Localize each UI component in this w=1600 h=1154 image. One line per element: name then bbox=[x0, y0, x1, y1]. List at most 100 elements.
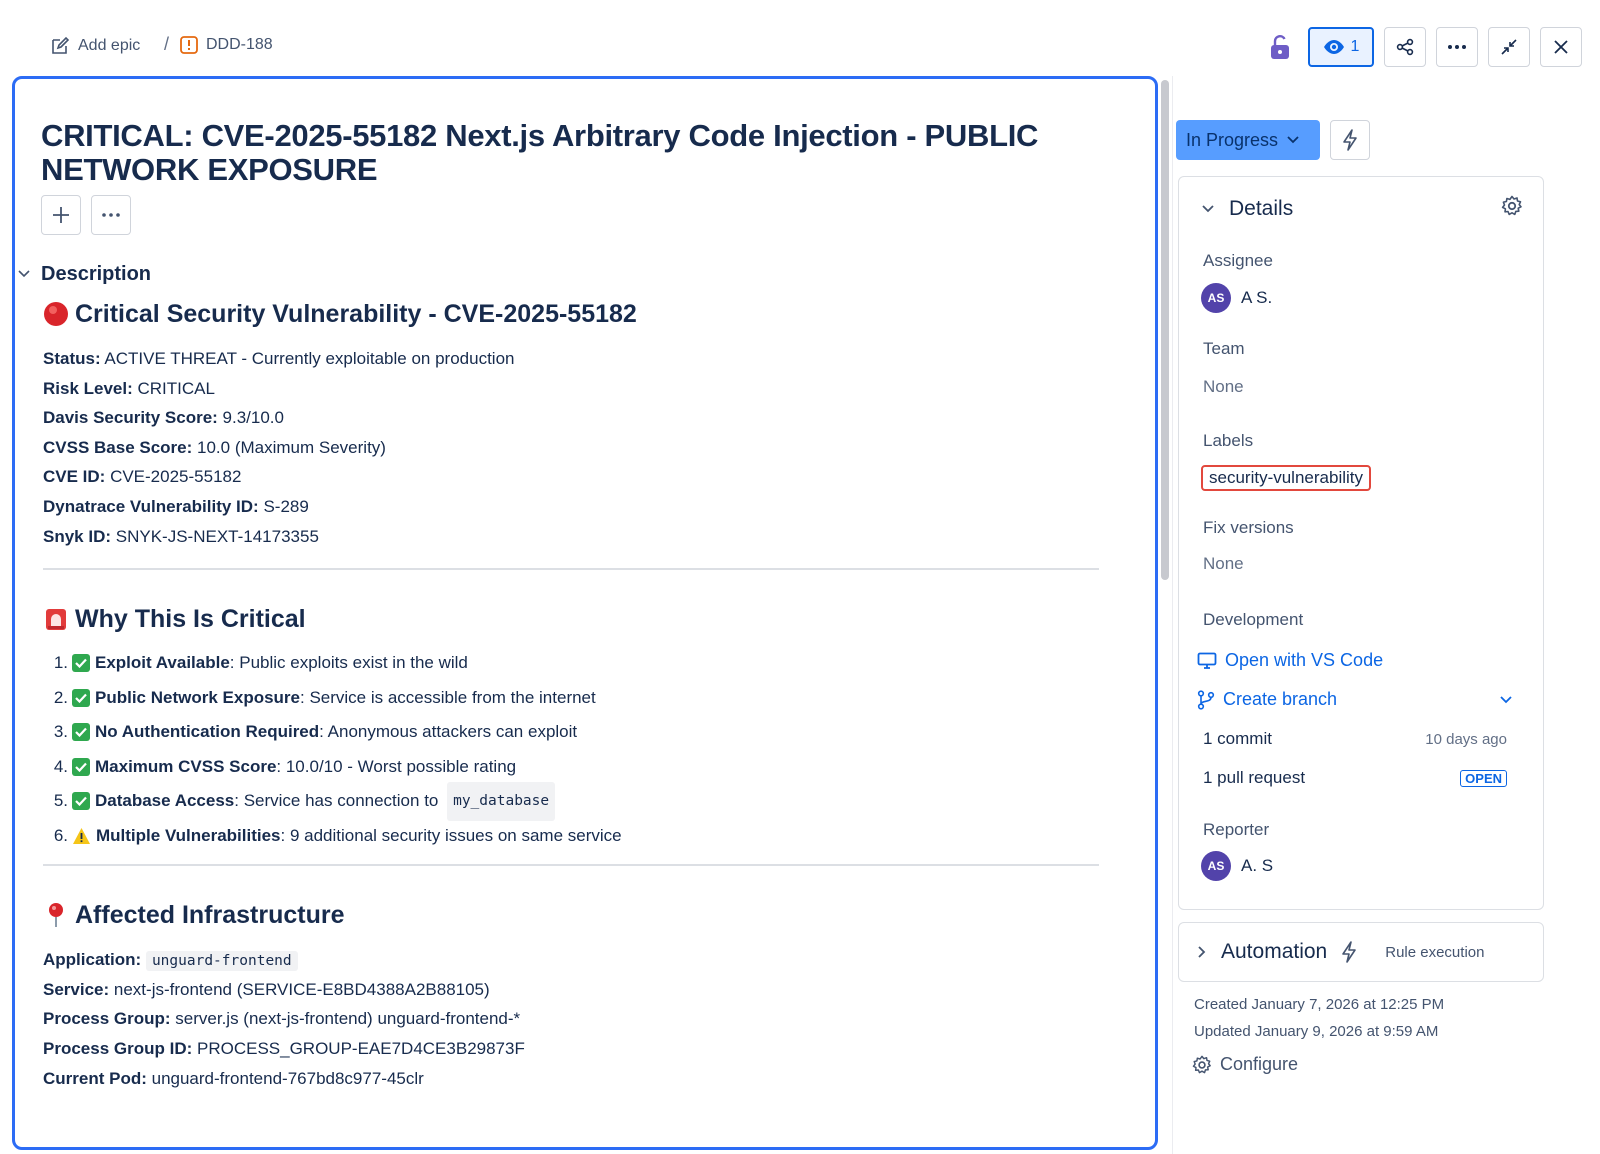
details-header[interactable]: Details bbox=[1201, 197, 1293, 221]
top-bar: Add epic / DDD-188 1 bbox=[0, 0, 1600, 76]
siren-icon bbox=[43, 606, 69, 632]
list-item-bold: Public Network Exposure bbox=[95, 687, 300, 707]
configure-button[interactable]: Configure bbox=[1192, 1054, 1298, 1075]
plus-icon bbox=[53, 207, 69, 223]
lightning-icon bbox=[1342, 941, 1357, 963]
gear-icon[interactable] bbox=[1501, 195, 1523, 217]
team-value[interactable]: None bbox=[1203, 377, 1244, 397]
pr-status-badge: OPEN bbox=[1460, 769, 1507, 787]
share-icon bbox=[1396, 38, 1414, 56]
open-vscode-label: Open with VS Code bbox=[1225, 650, 1384, 670]
eye-icon bbox=[1323, 40, 1344, 54]
apps-more-button[interactable] bbox=[91, 195, 131, 235]
pull-request-row[interactable]: 1 pull request OPEN bbox=[1203, 768, 1507, 788]
list-item-text: : Service has connection to bbox=[234, 791, 444, 811]
list-item-text: : 10.0/10 - Worst possible rating bbox=[276, 756, 517, 776]
reporter-field[interactable]: AS A. S bbox=[1201, 851, 1273, 881]
heading-infra: Affected Infrastructure bbox=[43, 898, 1133, 932]
check-mark-icon bbox=[72, 654, 90, 673]
monitor-icon bbox=[1197, 652, 1217, 669]
automation-panel[interactable]: Automation Rule execution bbox=[1178, 922, 1544, 982]
list-number: 4. bbox=[53, 756, 68, 776]
why-list: 1. Exploit Available: Public exploits exi… bbox=[43, 646, 1133, 853]
list-number: 2. bbox=[53, 687, 68, 707]
list-item-bold: No Authentication Required bbox=[95, 722, 320, 742]
more-icon bbox=[102, 213, 120, 217]
reporter-name: A. S bbox=[1241, 856, 1274, 875]
list-number: 5. bbox=[53, 791, 68, 811]
list-item: 4. Maximum CVSS Score: 10.0/10 - Worst po… bbox=[43, 750, 1133, 785]
chevron-down-icon[interactable] bbox=[1499, 695, 1513, 705]
lightning-icon bbox=[1343, 129, 1357, 151]
add-epic-link[interactable]: Add epic bbox=[50, 36, 140, 56]
automation-subtitle: Rule execution bbox=[1385, 943, 1485, 961]
commit-time: 10 days ago bbox=[1425, 730, 1507, 748]
issue-key-link[interactable]: DDD-188 bbox=[180, 36, 273, 54]
field-current-pod: Current Pod: unguard-frontend-767bd8c977… bbox=[43, 1068, 424, 1088]
create-branch-link[interactable]: Create branch bbox=[1197, 689, 1513, 710]
unlock-icon bbox=[1271, 35, 1289, 59]
heading-why: Why This Is Critical bbox=[43, 602, 1133, 636]
avatar: AS bbox=[1201, 283, 1231, 313]
fix-versions-value[interactable]: None bbox=[1203, 554, 1244, 574]
close-button[interactable] bbox=[1540, 27, 1582, 67]
more-actions-button[interactable] bbox=[1436, 27, 1478, 67]
list-number: 1. bbox=[53, 653, 68, 673]
list-number: 3. bbox=[53, 722, 68, 742]
field-row: Dynatrace Vulnerability ID: S-289 bbox=[43, 496, 309, 516]
assignee-name: A S. bbox=[1241, 288, 1273, 307]
heading-why-text: Why This Is Critical bbox=[75, 604, 306, 633]
development-label: Development bbox=[1203, 610, 1304, 629]
check-mark-icon bbox=[72, 688, 90, 707]
close-icon bbox=[1554, 40, 1568, 54]
status-label: In Progress bbox=[1186, 129, 1279, 150]
field-row: Risk Level: CRITICAL bbox=[43, 378, 215, 398]
description-content[interactable]: Critical Security Vulnerability - CVE-20… bbox=[43, 297, 1133, 1093]
watch-button[interactable]: 1 bbox=[1308, 27, 1374, 67]
list-item: 3. No Authentication Required: Anonymous … bbox=[43, 715, 1133, 750]
description-label: Description bbox=[41, 263, 152, 285]
actions-button[interactable] bbox=[1330, 120, 1370, 160]
create-branch-label: Create branch bbox=[1223, 689, 1338, 709]
add-button[interactable] bbox=[41, 195, 81, 235]
issue-actions: 1 bbox=[1262, 27, 1582, 67]
check-mark-icon bbox=[72, 792, 90, 811]
label-chip[interactable]: security-vulnerability bbox=[1201, 465, 1371, 491]
branch-icon bbox=[1197, 689, 1215, 710]
list-item-bold: Exploit Available bbox=[95, 653, 230, 673]
assignee-field[interactable]: AS A S. bbox=[1201, 283, 1272, 313]
edit-icon bbox=[52, 36, 70, 54]
fix-versions-label: Fix versions bbox=[1203, 518, 1294, 537]
heading-critical: Critical Security Vulnerability - CVE-20… bbox=[43, 297, 1133, 331]
more-icon bbox=[1448, 45, 1466, 49]
field-row: CVE ID: CVE-2025-55182 bbox=[43, 467, 242, 487]
labels-label: Labels bbox=[1203, 431, 1254, 450]
created-date: Created January 7, 2026 at 12:25 PM bbox=[1194, 996, 1445, 1013]
watch-count: 1 bbox=[1350, 38, 1360, 55]
minimize-button[interactable] bbox=[1488, 27, 1530, 67]
status-dropdown[interactable]: In Progress bbox=[1176, 120, 1320, 160]
scrollbar-thumb[interactable] bbox=[1161, 80, 1169, 580]
inline-code: my_database bbox=[447, 782, 556, 821]
warning-icon bbox=[72, 827, 91, 845]
pull-request-count: 1 pull request bbox=[1203, 768, 1306, 787]
field-process-group: Process Group: server.js (next-js-fronte… bbox=[43, 1009, 521, 1029]
list-item-bold: Database Access bbox=[95, 791, 235, 811]
chevron-down-icon bbox=[1202, 205, 1214, 213]
restrictions-button[interactable] bbox=[1262, 27, 1298, 67]
red-circle-icon bbox=[43, 301, 69, 327]
share-button[interactable] bbox=[1384, 27, 1426, 67]
open-vscode-link[interactable]: Open with VS Code bbox=[1197, 650, 1383, 671]
heading-infra-text: Affected Infrastructure bbox=[75, 900, 345, 929]
updated-date: Updated January 9, 2026 at 9:59 AM bbox=[1194, 1023, 1439, 1040]
field-list: Status: ACTIVE THREAT - Currently exploi… bbox=[43, 344, 1133, 551]
list-item-text: : Public exploits exist in the wild bbox=[229, 653, 468, 673]
chevron-down-icon bbox=[1287, 136, 1299, 144]
commit-row[interactable]: 1 commit 10 days ago bbox=[1203, 729, 1507, 749]
panel-divider bbox=[1172, 76, 1173, 1154]
reporter-label: Reporter bbox=[1203, 820, 1270, 839]
list-item-bold: Multiple Vulnerabilities bbox=[96, 825, 281, 845]
chevron-down-icon[interactable] bbox=[17, 269, 31, 279]
field-row: CVSS Base Score: 10.0 (Maximum Severity) bbox=[43, 437, 386, 457]
issue-title[interactable]: CRITICAL: CVE-2025-55182 Next.js Arbitra… bbox=[41, 119, 1131, 187]
